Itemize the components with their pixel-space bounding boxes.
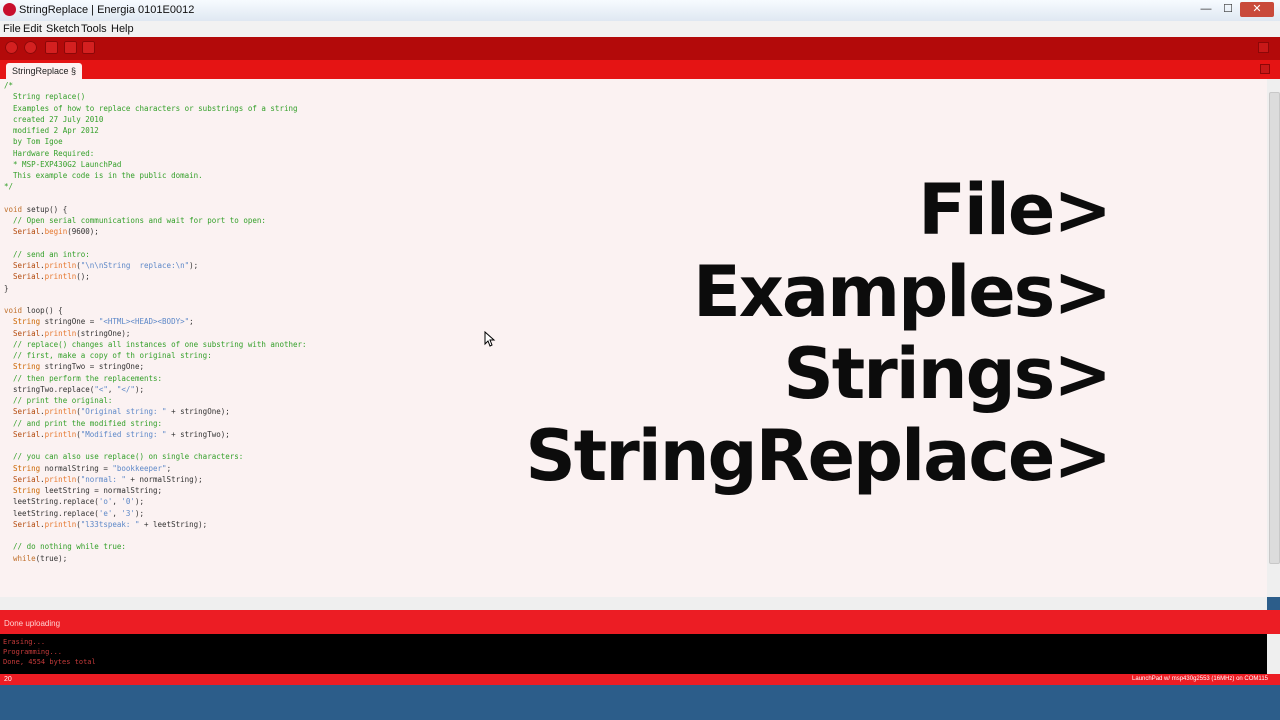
code-line[interactable]: ​: [4, 193, 307, 204]
board-info: LaunchPad w/ msp430g2553 (16MHz) on COM1…: [1132, 676, 1268, 682]
menu-help[interactable]: Help: [111, 23, 134, 35]
code-line[interactable]: This example code is in the public domai…: [4, 170, 307, 181]
energia-app-icon: [3, 3, 16, 16]
console-text: Erasing... Programming... Done, 4554 byt…: [3, 638, 96, 666]
overlay-examples: Examples>: [692, 251, 1112, 333]
code-line[interactable]: String stringOne = "<HTML><HEAD><BODY>";: [4, 316, 307, 327]
save-icon[interactable]: [82, 41, 95, 54]
code-line[interactable]: Serial.println();: [4, 271, 307, 282]
title-bar: StringReplace | Energia 0101E0012 — ☐ ✕: [0, 0, 1280, 22]
code-line[interactable]: Serial.println(stringOne);: [4, 328, 307, 339]
code-line[interactable]: Hardware Required:: [4, 148, 307, 159]
code-line[interactable]: while(true);: [4, 553, 307, 564]
code-line[interactable]: }: [4, 283, 307, 294]
mouse-cursor-icon: [484, 331, 496, 347]
verify-icon[interactable]: [5, 41, 18, 54]
code-line[interactable]: Serial.begin(9600);: [4, 226, 307, 237]
code-line[interactable]: void loop() {: [4, 305, 307, 316]
code-line[interactable]: ​: [4, 530, 307, 541]
code-line[interactable]: Serial.println("\n\nString replace:\n");: [4, 260, 307, 271]
menu-bar: File Edit Sketch Tools Help: [0, 21, 1280, 38]
status-bar: [0, 610, 1280, 634]
editor-horizontal-scrollbar[interactable]: [0, 597, 1267, 610]
code-line[interactable]: // send an intro:: [4, 249, 307, 260]
code-line[interactable]: // print the original:: [4, 395, 307, 406]
code-line[interactable]: Serial.println("Modified string: " + str…: [4, 429, 307, 440]
code-line[interactable]: Serial.println("l33tspeak: " + leetStrin…: [4, 519, 307, 530]
tab-stringreplace[interactable]: StringReplace §: [6, 63, 83, 79]
menu-edit[interactable]: Edit: [23, 23, 42, 35]
line-number: 20: [4, 676, 12, 683]
menu-tools[interactable]: Tools: [81, 23, 107, 35]
code-line[interactable]: modified 2 Apr 2012: [4, 125, 307, 136]
code-line[interactable]: /*: [4, 80, 307, 91]
code-text[interactable]: /* String replace() Examples of how to r…: [4, 80, 307, 564]
toolbar: [0, 37, 1280, 60]
status-message: Done uploading: [4, 619, 61, 628]
code-line[interactable]: String replace(): [4, 91, 307, 102]
maximize-button[interactable]: ☐: [1218, 2, 1238, 17]
code-line[interactable]: ​: [4, 238, 307, 249]
code-line[interactable]: // then perform the replacements:: [4, 373, 307, 384]
code-line[interactable]: Examples of how to replace characters or…: [4, 103, 307, 114]
new-icon[interactable]: [45, 41, 58, 54]
code-line[interactable]: void setup() {: [4, 204, 307, 215]
code-line[interactable]: // do nothing while true:: [4, 541, 307, 552]
console-scrollbar[interactable]: [1267, 634, 1280, 674]
code-line[interactable]: String normalString = "bookkeeper";: [4, 463, 307, 474]
upload-icon[interactable]: [24, 41, 37, 54]
window-title: StringReplace | Energia 0101E0012: [19, 4, 195, 16]
code-line[interactable]: ​: [4, 440, 307, 451]
console-output: [0, 634, 1267, 674]
code-line[interactable]: */: [4, 181, 307, 192]
code-line[interactable]: stringTwo.replace("<", "</");: [4, 384, 307, 395]
overlay-file: File>: [918, 169, 1112, 251]
close-button[interactable]: ✕: [1240, 2, 1274, 17]
open-icon[interactable]: [64, 41, 77, 54]
code-line[interactable]: Serial.println("normal: " + normalString…: [4, 474, 307, 485]
footer-bar: [0, 674, 1280, 685]
overlay-stringreplace: StringReplace>: [525, 415, 1112, 497]
code-line[interactable]: leetString.replace('o', '0');: [4, 496, 307, 507]
menu-sketch[interactable]: Sketch: [46, 23, 80, 35]
tab-bar: StringReplace §: [0, 60, 1280, 79]
editor-scroll-thumb[interactable]: [1269, 92, 1280, 564]
serial-monitor-icon[interactable]: [1258, 42, 1269, 53]
code-line[interactable]: created 27 July 2010: [4, 114, 307, 125]
tab-menu-icon[interactable]: [1260, 64, 1270, 74]
code-line[interactable]: String leetString = normalString;: [4, 485, 307, 496]
code-line[interactable]: by Tom Igoe: [4, 136, 307, 147]
code-line[interactable]: ​: [4, 294, 307, 305]
code-line[interactable]: // replace() changes all instances of on…: [4, 339, 307, 350]
navigation-path-overlay: File> Examples> Strings> StringReplace>: [420, 169, 1112, 497]
code-line[interactable]: // and print the modified string:: [4, 418, 307, 429]
minimize-button[interactable]: —: [1196, 2, 1216, 17]
menu-file[interactable]: File: [3, 23, 21, 35]
code-editor[interactable]: /* String replace() Examples of how to r…: [0, 79, 1267, 597]
overlay-strings: Strings>: [783, 333, 1112, 415]
code-line[interactable]: leetString.replace('e', '3');: [4, 508, 307, 519]
code-line[interactable]: * MSP-EXP430G2 LaunchPad: [4, 159, 307, 170]
code-line[interactable]: Serial.println("Original string: " + str…: [4, 406, 307, 417]
code-line[interactable]: String stringTwo = stringOne;: [4, 361, 307, 372]
code-line[interactable]: // Open serial communications and wait f…: [4, 215, 307, 226]
code-line[interactable]: // first, make a copy of th original str…: [4, 350, 307, 361]
code-line[interactable]: // you can also use replace() on single …: [4, 451, 307, 462]
